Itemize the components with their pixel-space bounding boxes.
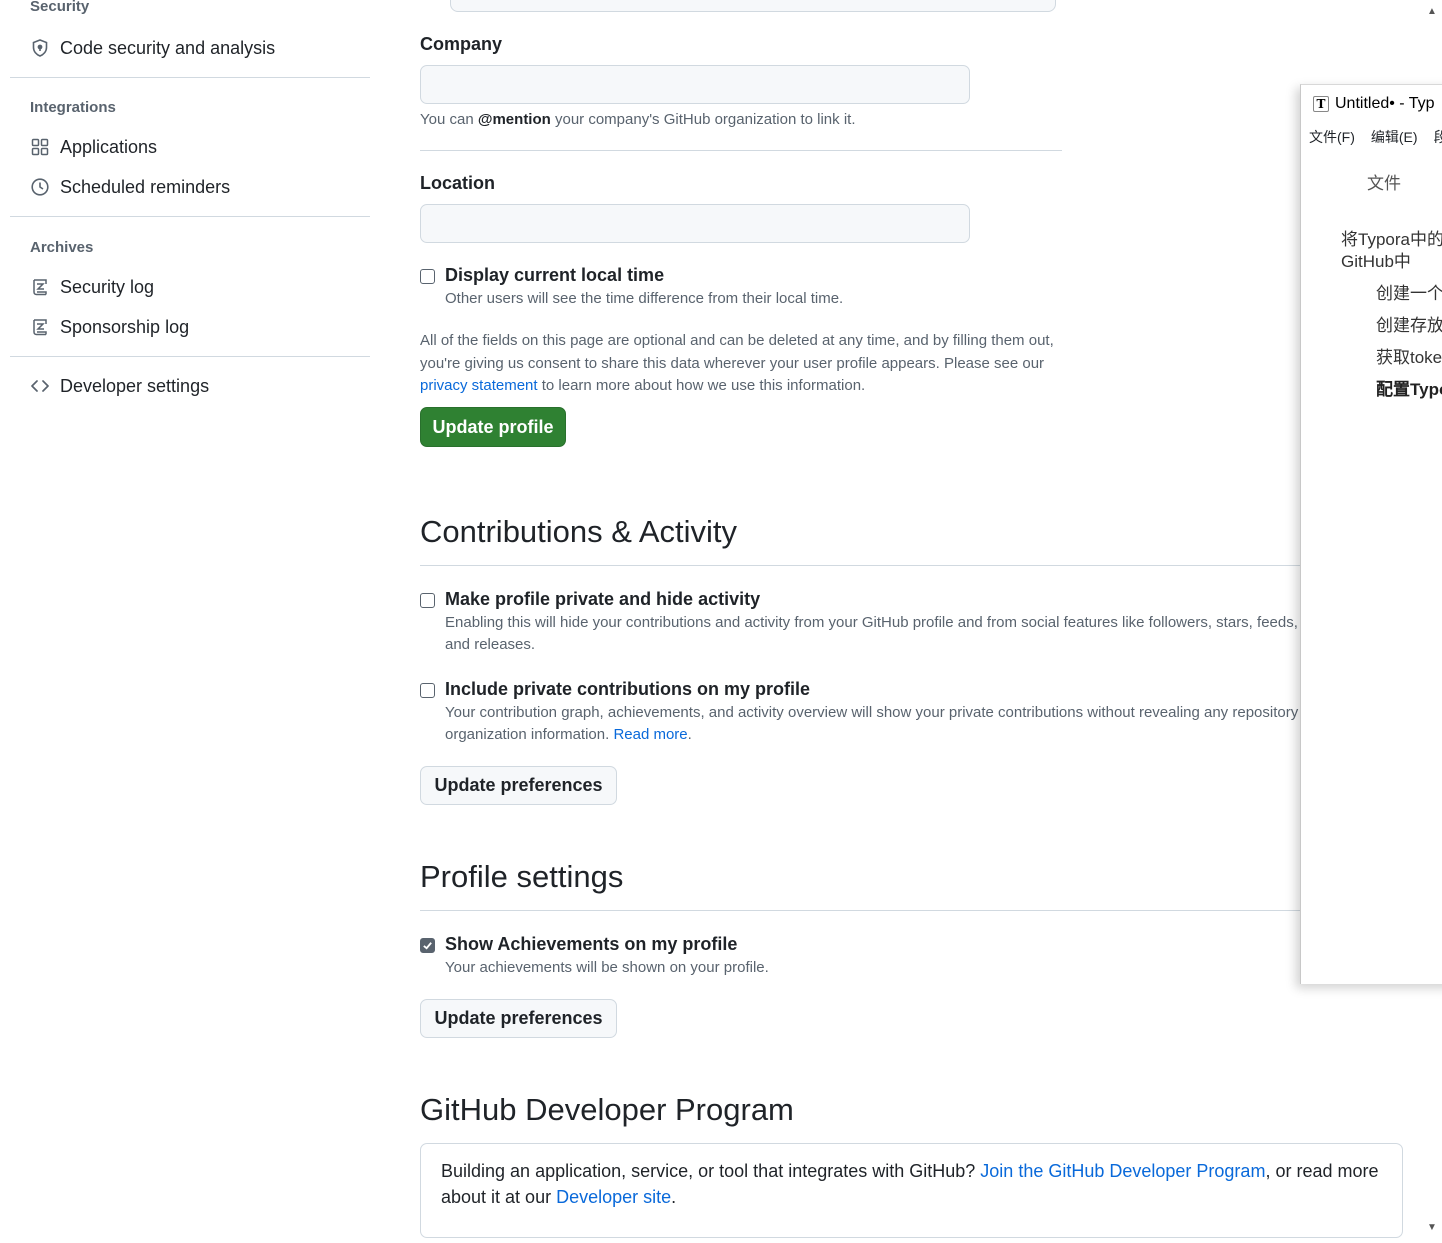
update-preferences-button[interactable]: Update preferences <box>420 999 617 1038</box>
typora-outline-item[interactable]: 获取toke <box>1376 343 1442 368</box>
contributions-heading: Contributions & Activity <box>420 514 738 549</box>
include-note-end: . <box>687 726 692 743</box>
local-time-checkbox[interactable] <box>420 269 435 284</box>
location-input[interactable] <box>420 204 970 243</box>
private-profile-option: Make profile private and hide activity E… <box>420 589 1300 656</box>
private-note-line-1: Enabling this will hide your contributio… <box>445 614 1298 631</box>
sidebar-item-applications[interactable]: Applications <box>10 127 370 167</box>
sidebar-item-label: Scheduled reminders <box>60 176 231 197</box>
include-note-line-1: Your contribution graph, achievements, a… <box>445 704 1299 721</box>
log-icon <box>30 317 50 337</box>
typora-outline-item[interactable]: GitHub中 <box>1341 247 1411 272</box>
include-note-line-2: organization information. <box>445 726 614 743</box>
developer-program-box: Building an application, service, or too… <box>420 1143 1403 1238</box>
typora-logo-icon: T <box>1313 96 1329 112</box>
scroll-down-arrow-icon[interactable]: ▼ <box>1426 1222 1438 1234</box>
check-icon <box>423 942 432 950</box>
private-note-line-2: and releases. <box>445 636 536 653</box>
sidebar-item-label: Developer settings <box>60 375 210 396</box>
private-profile-note: Enabling this will hide your contributio… <box>445 612 1298 656</box>
sidebar-item-security-log[interactable]: Security log <box>10 267 370 307</box>
achievements-note: Your achievements will be shown on your … <box>445 959 769 976</box>
local-time-label: Display current local time <box>445 265 665 285</box>
typora-outline-item[interactable]: 配置Typo <box>1376 375 1442 400</box>
typora-menu-bar: 文件(F) 编辑(E) 段 <box>1301 123 1442 151</box>
typora-outline-item[interactable]: 创建存放 <box>1376 311 1442 336</box>
join-developer-program-link[interactable]: Join the GitHub Developer Program <box>980 1161 1265 1181</box>
developer-program-heading: GitHub Developer Program <box>420 1092 794 1127</box>
sidebar-item-label: Sponsorship log <box>60 316 190 337</box>
section-divider <box>420 565 1300 566</box>
consent-text: All of the fields on this page are optio… <box>420 330 1080 398</box>
sidebar-item-code-security[interactable]: Code security and analysis <box>10 28 370 68</box>
dev-text-3: about it at our <box>441 1187 557 1207</box>
sidebar-item-developer-settings[interactable]: Developer settings <box>10 366 370 406</box>
typora-title: Untitled• - Typ <box>1335 95 1435 112</box>
sidebar-item-sponsorship-log[interactable]: Sponsorship log <box>10 307 370 347</box>
developer-site-link[interactable]: Developer site <box>556 1187 671 1207</box>
sidebar-divider <box>10 77 370 78</box>
section-divider <box>420 910 1300 911</box>
location-label: Location <box>420 173 495 193</box>
update-profile-button[interactable]: Update profile <box>420 407 566 447</box>
previous-field-input[interactable] <box>450 0 1056 12</box>
sidebar-heading-integrations: Integrations <box>30 99 116 116</box>
company-note-prefix: You can <box>420 111 478 128</box>
company-input[interactable] <box>420 65 970 104</box>
consent-line-1: All of the fields on this page are optio… <box>420 332 1054 349</box>
code-icon <box>30 376 50 396</box>
privacy-statement-link[interactable]: privacy statement <box>420 377 538 394</box>
sidebar-item-label: Code security and analysis <box>60 37 276 58</box>
read-more-link[interactable]: Read more <box>613 726 687 743</box>
shield-icon <box>30 38 50 58</box>
private-contributions-note: Your contribution graph, achievements, a… <box>445 702 1298 746</box>
sidebar-heading-security: Security <box>30 0 90 15</box>
typora-sidebar-title: 文件 <box>1367 174 1401 193</box>
sidebar-item-label: Security log <box>60 276 155 297</box>
sidebar-item-scheduled-reminders[interactable]: Scheduled reminders <box>10 167 370 207</box>
sidebar-divider <box>10 356 370 357</box>
private-profile-label: Make profile private and hide activity <box>445 589 761 609</box>
achievements-label: Show Achievements on my profile <box>445 934 738 954</box>
local-time-option: Display current local time Other users w… <box>420 265 843 310</box>
sidebar-heading-archives: Archives <box>30 239 94 256</box>
company-note: You can @mention your company's GitHub o… <box>420 109 856 131</box>
achievements-option: Show Achievements on my profile Your ach… <box>420 934 769 979</box>
sidebar-item-label: Applications <box>60 136 158 157</box>
private-profile-checkbox[interactable] <box>420 593 435 608</box>
typora-menu-edit[interactable]: 编辑(E) <box>1371 127 1418 147</box>
private-contributions-label: Include private contributions on my prof… <box>445 679 811 699</box>
consent-line-3: to learn more about how we use this info… <box>537 377 866 394</box>
typora-outline-item[interactable]: 创建一个 <box>1376 279 1442 304</box>
company-label: Company <box>420 34 503 54</box>
apps-grid-icon <box>30 137 50 157</box>
typora-menu-paragraph[interactable]: 段 <box>1434 127 1442 147</box>
section-divider <box>420 150 1062 151</box>
profile-settings-heading: Profile settings <box>420 859 624 894</box>
typora-menu-file[interactable]: 文件(F) <box>1309 127 1355 147</box>
typora-window[interactable]: T Untitled• - Typ 文件(F) 编辑(E) 段 文件 将Typo… <box>1300 84 1442 984</box>
private-contributions-option: Include private contributions on my prof… <box>420 679 1300 746</box>
local-time-note: Other users will see the time difference… <box>445 290 844 307</box>
company-note-suffix: your company's GitHub organization to li… <box>550 111 856 128</box>
private-contributions-checkbox[interactable] <box>420 683 435 698</box>
typora-title-bar[interactable]: T Untitled• - Typ <box>1301 85 1442 123</box>
consent-line-2: you're giving us consent to share this d… <box>420 354 1045 372</box>
sidebar-divider <box>10 216 370 217</box>
dev-text-1: Building an application, service, or too… <box>441 1161 981 1181</box>
dev-text-4: . <box>671 1187 677 1207</box>
scroll-up-arrow-icon[interactable]: ▲ <box>1426 6 1438 18</box>
clock-icon <box>30 177 50 197</box>
dev-text-2: , or read more <box>1265 1161 1379 1181</box>
achievements-checkbox[interactable] <box>420 938 435 953</box>
update-preferences-button[interactable]: Update preferences <box>420 766 617 805</box>
log-icon <box>30 277 50 297</box>
mention-text: @mention <box>477 111 551 128</box>
